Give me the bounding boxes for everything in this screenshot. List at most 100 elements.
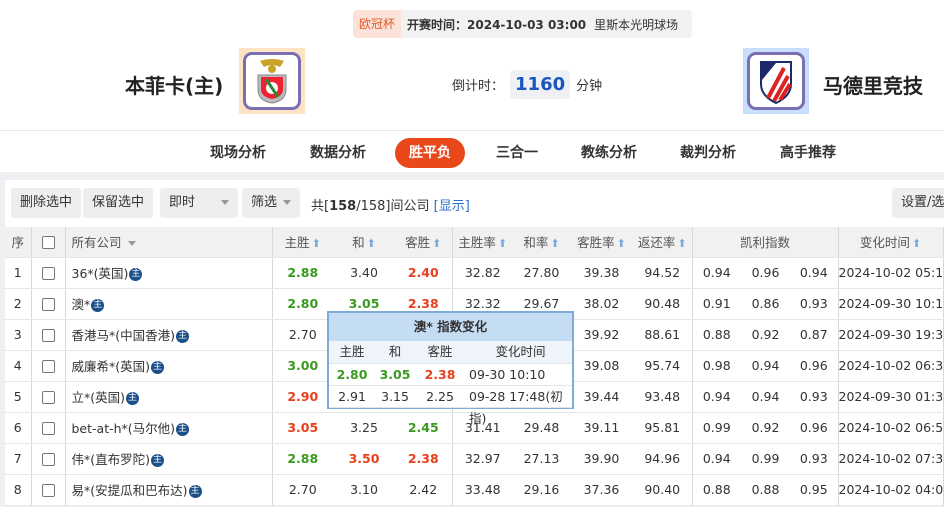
row-checkbox[interactable] [30,257,65,289]
competition-tag[interactable]: 欧冠杯 [353,10,402,38]
kelly-home: 0.91 [691,288,741,320]
row-checkbox[interactable] [30,319,65,351]
company-cell[interactable]: 威廉希*(英国) 主 [64,350,272,382]
col-label: 客胜 [405,235,431,251]
row-checkbox[interactable] [30,443,65,475]
chevron-down-icon [283,200,292,205]
col-away[interactable]: 客胜 ⬆ [395,227,452,258]
away-team-logo[interactable] [743,48,809,114]
sort-arrow-icon: ⬆ [677,237,687,251]
draw-odds: 3.10 [333,474,395,506]
row-checkbox[interactable] [30,412,65,444]
table-row[interactable]: 1 36*(英国) 主 2.88 3.40 2.40 32.82 27.80 39.38 94.5… [5,257,944,289]
company-cell[interactable]: 36*(英国) 主 [64,257,272,289]
company-name[interactable]: 香港马*(中国香港) [72,328,176,343]
tooltip-time: 09-28 17:48(初指) [469,389,563,426]
tooltip-row: 2.80 3.05 2.38 09-30 10:10 [329,364,572,386]
host-badge-icon: 主 [91,299,105,312]
tab-7[interactable]: 高手推荐 [766,138,850,168]
col-return-rate[interactable]: 返还率 ⬆ [633,227,692,258]
home-odds: 2.88 [271,443,333,475]
row-checkbox[interactable] [30,350,65,382]
company-name[interactable]: 威廉希*(英国) [72,359,151,374]
host-badge-icon: 主 [188,485,202,498]
col-home[interactable]: 主胜 ⬆ [271,227,333,258]
tooltip-col: 主胜 [339,344,365,359]
company-name[interactable]: bet-at-h*(马尔他) [72,421,176,436]
col-draw-rate[interactable]: 和率 ⬆ [513,227,570,258]
settings-button[interactable]: 设置/选 [892,188,944,218]
tooltip-col: 客胜 [427,344,453,359]
change-time: 2024-10-02 06:33 [837,350,944,382]
return-rate: 93.48 [633,381,692,413]
tooltip-away: 2.38 [424,367,456,382]
company-cell[interactable]: 伟*(直布罗陀) 主 [64,443,272,475]
mode-select[interactable]: 即时 [160,188,238,218]
select-all-checkbox[interactable] [30,227,65,258]
row-checkbox[interactable] [30,474,65,506]
sort-arrow-icon: ⬆ [911,237,922,251]
odds-change-tooltip: 澳* 指数变化 主胜 和 客胜 变化时间 2.80 3.05 2.38 09-30 1… [327,311,574,426]
company-cell[interactable]: 香港马*(中国香港) 主 [64,319,272,351]
home-team-logo[interactable] [239,48,305,114]
tooltip-draw: 3.05 [379,367,411,382]
home-odds: 2.88 [271,257,333,289]
home-team-name[interactable]: 本菲卡(主) [125,70,223,99]
countdown-label: 倒计时： [452,79,505,94]
change-time: 2024-09-30 19:32 [837,319,944,351]
col-company[interactable]: 所有公司 [64,227,272,258]
kelly-draw: 0.92 [741,412,790,444]
company-cell[interactable]: bet-at-h*(马尔他) 主 [64,412,272,444]
kelly-draw: 0.94 [741,350,790,382]
return-rate: 95.81 [633,412,692,444]
company-name[interactable]: 澳* [72,297,91,312]
away-team-name[interactable]: 马德里竞技 [823,70,923,99]
row-checkbox[interactable] [30,381,65,413]
away-rate: 39.11 [570,412,633,444]
company-name[interactable]: 易*(安提瓜和巴布达) [72,483,188,498]
change-time: 2024-10-02 04:00 [837,474,944,506]
row-checkbox[interactable] [30,288,65,320]
col-home-rate[interactable]: 主胜率 ⬆ [451,227,513,258]
tab-5[interactable]: 教练分析 [567,138,651,168]
host-badge-icon: 主 [151,454,165,467]
change-time: 2024-09-30 10:11 [837,288,944,320]
company-name[interactable]: 伟*(直布罗陀) [72,452,151,467]
company-cell[interactable]: 易*(安提瓜和巴布达) 主 [64,474,272,506]
count-shown: 158 [329,199,357,214]
company-name[interactable]: 36*(英国) [72,266,129,281]
col-draw[interactable]: 和 ⬆ [333,227,395,258]
company-name[interactable]: 立*(英国) [72,390,126,405]
col-away-rate[interactable]: 客胜率 ⬆ [570,227,633,258]
count-suffix: /158]间公司 [356,199,430,214]
company-count: 共[158/158]间公司 [显示] [311,195,470,214]
sort-arrow-icon: ⬆ [311,237,321,251]
change-time: 2024-09-30 01:35 [837,381,944,413]
host-badge-icon: 主 [176,423,190,436]
tab-4[interactable]: 三合一 [482,138,552,168]
change-time: 2024-10-02 05:15 [837,257,944,289]
tab-6[interactable]: 裁判分析 [666,138,750,168]
show-link[interactable]: [显示] [434,199,470,214]
change-time: 2024-10-02 07:34 [837,443,944,475]
tab-3[interactable]: 胜平负 [395,138,465,168]
row-index: 1 [5,257,31,289]
table-row[interactable]: 8 易*(安提瓜和巴布达) 主 2.70 3.10 2.42 33.48 29.16 37.36… [5,474,944,506]
sort-arrow-icon: ⬆ [432,237,442,251]
kelly-draw: 0.88 [741,474,790,506]
company-cell[interactable]: 澳* 主 [64,288,272,320]
tab-2[interactable]: 数据分析 [296,138,380,168]
tab-1[interactable]: 现场分析 [196,138,280,168]
kelly-away: 0.93 [790,288,839,320]
keep-selected-button[interactable]: 保留选中 [83,188,154,218]
venue: 里斯本光明球场 [594,17,679,32]
return-rate: 94.96 [633,443,692,475]
delete-selected-button[interactable]: 删除选中 [11,188,82,218]
col-change-time[interactable]: 变化时间 ⬆ [837,227,944,258]
company-cell[interactable]: 立*(英国) 主 [64,381,272,413]
home-odds: 2.70 [271,474,333,506]
table-row[interactable]: 7 伟*(直布罗陀) 主 2.88 3.50 2.38 32.97 27.13 39.90 94.… [5,443,944,475]
filter-dropdown[interactable]: 筛选 [242,188,301,218]
kelly-draw: 0.96 [741,257,790,289]
away-odds: 2.40 [395,257,452,289]
